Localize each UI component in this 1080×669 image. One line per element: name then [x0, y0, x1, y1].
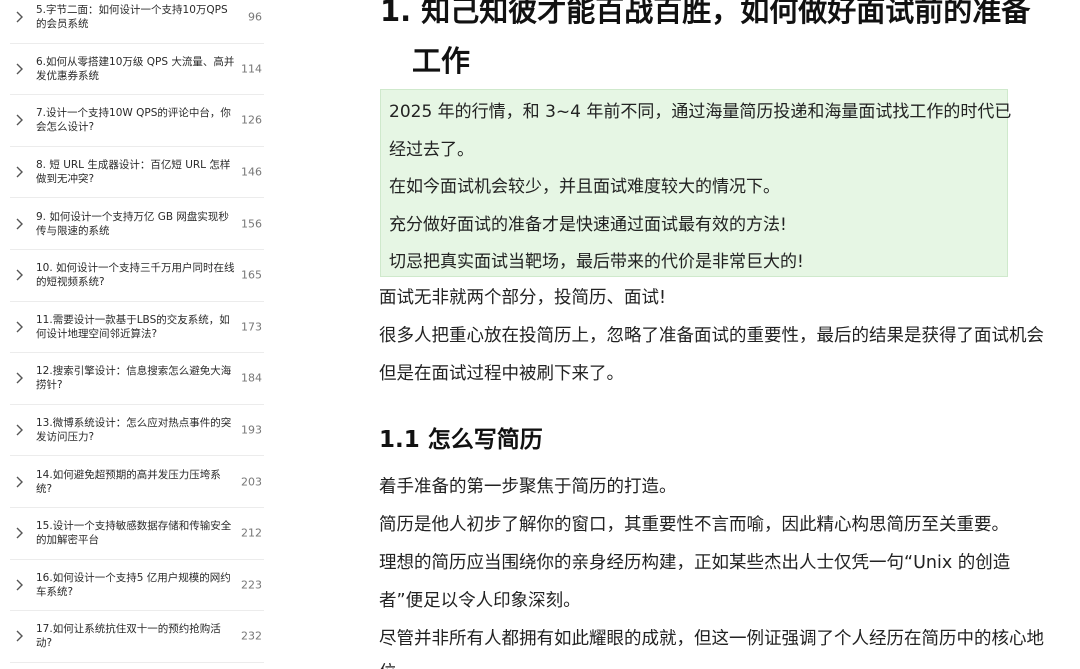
toc-item-title: 17.如何让系统抗住双十一的预约抢购活动?: [36, 623, 221, 650]
toc-item[interactable]: 6.如何从零搭建10万级 QPS 大流量、高并发优惠券系统 114: [10, 44, 264, 96]
callout-line: 2025 年的行情，和 3~4 年前不同，通过海量简历投递和海量面试找工作的时代…: [389, 102, 1012, 122]
toc-item-title: 16.如何设计一个支持5 亿用户规模的网约车系统?: [36, 571, 231, 598]
page: 5.字节二面：如何设计一个支持10万QPS的会员系统 96 6.如何从零搭建10…: [0, 0, 1080, 669]
chevron-right-icon[interactable]: [14, 629, 24, 643]
chevron-right-icon[interactable]: [14, 423, 24, 437]
chevron-right-icon[interactable]: [14, 526, 24, 540]
toc-item-title: 8. 短 URL 生成器设计：百亿短 URL 怎样做到无冲突?: [36, 159, 231, 186]
toc-item-page: 184: [241, 371, 262, 385]
toc-item[interactable]: 9. 如何设计一个支持万亿 GB 网盘实现秒传与限速的系统 156: [10, 198, 264, 250]
toc-item[interactable]: 16.如何设计一个支持5 亿用户规模的网约车系统? 223: [10, 560, 264, 612]
toc-item-page: 173: [241, 320, 262, 334]
toc-item-title: 13.微博系统设计：怎么应对热点事件的突发访问压力?: [36, 417, 232, 444]
chevron-right-icon[interactable]: [14, 371, 24, 385]
subsection-heading: 1.1 怎么写简历: [379, 427, 543, 453]
chevron-right-icon[interactable]: [14, 475, 24, 489]
chevron-right-icon[interactable]: [14, 578, 24, 592]
chevron-right-icon[interactable]: [14, 217, 24, 231]
toc-item-title: 11.需要设计一款基于LBS的交友系统，如何设计地理空间邻近算法?: [36, 313, 230, 340]
toc-item-title: 15.设计一个支持敏感数据存储和传输安全的加解密平台: [36, 520, 232, 547]
toc-item[interactable]: 14.如何避免超预期的高并发压力压垮系统? 203: [10, 456, 264, 508]
callout-line: 切忌把真实面试当靶场，最后带来的代价是非常巨大的!: [389, 252, 804, 272]
toc-list: 5.字节二面：如何设计一个支持10万QPS的会员系统 96 6.如何从零搭建10…: [10, 0, 264, 663]
toc-item-title: 9. 如何设计一个支持万亿 GB 网盘实现秒传与限速的系统: [36, 210, 229, 237]
chevron-right-icon[interactable]: [14, 113, 24, 127]
chevron-right-icon[interactable]: [14, 268, 24, 282]
callout-line: 在如今面试机会较少，并且面试难度较大的情况下。: [389, 177, 780, 197]
toc-item-title: 12.搜索引擎设计：信息搜索怎么避免大海捞针?: [36, 365, 232, 392]
toc-item[interactable]: 15.设计一个支持敏感数据存储和传输安全的加解密平台 212: [10, 508, 264, 560]
toc-item-page: 193: [241, 423, 262, 437]
body-paragraph-line: 者”便足以令人印象深刻。: [379, 591, 581, 611]
toc-item-page: 223: [241, 578, 262, 592]
toc-item-page: 146: [241, 165, 262, 179]
toc-item-page: 165: [241, 268, 262, 282]
toc-item[interactable]: 12.搜索引擎设计：信息搜索怎么避免大海捞针? 184: [10, 353, 264, 405]
toc-item-page: 126: [241, 113, 262, 127]
toc-item-title: 7.设计一个支持10W QPS的评论中台，你会怎么设计?: [36, 107, 231, 134]
highlight-callout: 2025 年的行情，和 3~4 年前不同，通过海量简历投递和海量面试找工作的时代…: [380, 89, 1012, 277]
chevron-right-icon[interactable]: [14, 320, 24, 334]
callout-line: 充分做好面试的准备才是快速通过面试最有效的方法!: [389, 214, 787, 235]
toc-item-page: 96: [248, 10, 262, 24]
body-paragraph-line: 位。: [379, 654, 414, 669]
toc-item-title: 14.如何避免超预期的高并发压力压垮系统?: [36, 468, 221, 495]
body-paragraph-line: 简历是他人初步了解你的窗口，其重要性不言而喻，因此精心构思简历至关重要。: [379, 515, 1009, 535]
section-heading: 1. 知己知彼才能百战百胜，如何做好面试前的准备 工作: [380, 0, 1060, 86]
toc-item[interactable]: 10. 如何设计一个支持三千万用户同时在线的短视频系统? 165: [10, 250, 264, 302]
toc-item-page: 232: [241, 629, 262, 643]
toc-item[interactable]: 11.需要设计一款基于LBS的交友系统，如何设计地理空间邻近算法? 173: [10, 302, 264, 354]
toc-item[interactable]: 8. 短 URL 生成器设计：百亿短 URL 怎样做到无冲突? 146: [10, 147, 264, 199]
chevron-right-icon[interactable]: [14, 62, 24, 76]
toc-item-title: 5.字节二面：如何设计一个支持10万QPS的会员系统: [36, 4, 228, 31]
toc-item[interactable]: 17.如何让系统抗住双十一的预约抢购活动? 232: [10, 611, 264, 663]
body-paragraph-line: 面试无非就两个部分，投简历、面试!: [379, 288, 667, 308]
callout-line: 经过去了。: [389, 139, 474, 160]
toc-item[interactable]: 13.微博系统设计：怎么应对热点事件的突发访问压力? 193: [10, 405, 264, 457]
toc-item-page: 114: [241, 62, 262, 76]
body-paragraph-line: 很多人把重心放在投简历上，忽略了准备面试的重要性，最后的结果是获得了面试机会: [379, 326, 1044, 346]
toc-item-page: 203: [241, 475, 262, 489]
chevron-right-icon[interactable]: [14, 10, 24, 24]
toc-item[interactable]: 5.字节二面：如何设计一个支持10万QPS的会员系统 96: [10, 0, 264, 44]
chevron-right-icon[interactable]: [14, 165, 24, 179]
body-paragraph-line: 但是在面试过程中被刷下来了。: [379, 364, 624, 384]
section-heading-line2: 工作: [412, 44, 471, 78]
toc-item-page: 156: [241, 217, 262, 231]
section-heading-line1: 1. 知己知彼才能百战百胜，如何做好面试前的准备: [380, 0, 1031, 28]
toc-item-page: 212: [241, 526, 262, 540]
body-paragraph-line: 理想的简历应当围绕你的亲身经历构建，正如某些杰出人士仅凭一句“Unix 的创造: [379, 553, 1011, 573]
toc-item[interactable]: 7.设计一个支持10W QPS的评论中台，你会怎么设计? 126: [10, 95, 264, 147]
toc-item-title: 6.如何从零搭建10万级 QPS 大流量、高并发优惠券系统: [36, 55, 235, 82]
body-paragraph-line: 尽管并非所有人都拥有如此耀眼的成就，但这一例证强调了个人经历在简历中的核心地: [379, 629, 1044, 649]
toc-sidebar: 5.字节二面：如何设计一个支持10万QPS的会员系统 96 6.如何从零搭建10…: [0, 0, 268, 669]
toc-item-title: 10. 如何设计一个支持三千万用户同时在线的短视频系统?: [36, 262, 235, 289]
body-paragraph-line: 着手准备的第一步聚焦于简历的打造。: [379, 477, 677, 497]
document-content: 1. 知己知彼才能百战百胜，如何做好面试前的准备 工作 2025 年的行情，和 …: [268, 0, 1080, 669]
